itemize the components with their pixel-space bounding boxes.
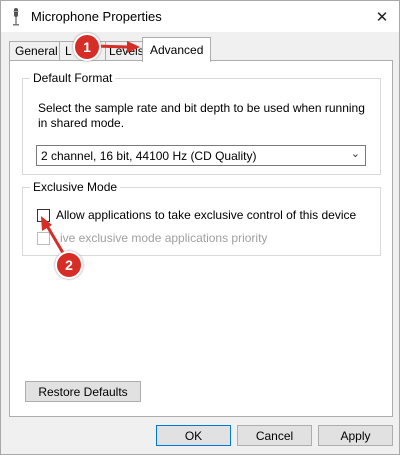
- exclusive-mode-title: Exclusive Mode: [30, 180, 121, 194]
- exclusive-priority-checkbox: [37, 231, 50, 245]
- step-badge-1: 1: [73, 33, 101, 61]
- close-icon: ✕: [375, 8, 389, 26]
- restore-defaults-button[interactable]: Restore Defaults: [25, 381, 141, 402]
- exclusive-mode-group: Exclusive Mode Allow applications to tak…: [22, 180, 381, 256]
- properties-window: Microphone Properties ✕ General L Levels…: [0, 0, 400, 455]
- tab-general[interactable]: General: [9, 41, 64, 61]
- exclusive-priority-label: ive exclusive mode applications priority: [60, 231, 268, 245]
- advanced-panel: Default Format Select the sample rate an…: [9, 60, 393, 417]
- tab-advanced[interactable]: Advanced: [142, 37, 212, 62]
- chevron-down-icon: ⌄: [350, 148, 360, 160]
- cancel-button[interactable]: Cancel: [237, 425, 312, 446]
- close-button[interactable]: ✕: [365, 1, 399, 32]
- allow-exclusive-row[interactable]: Allow applications to take exclusive con…: [37, 208, 356, 222]
- step-badge-2: 2: [55, 251, 83, 279]
- exclusive-priority-row: ive exclusive mode applications priority: [37, 231, 267, 245]
- default-format-group: Default Format Select the sample rate an…: [22, 71, 381, 175]
- window-title: Microphone Properties: [31, 9, 162, 24]
- title-bar: Microphone Properties ✕: [1, 1, 399, 32]
- sample-rate-value: 2 channel, 16 bit, 44100 Hz (CD Quality): [41, 149, 257, 163]
- apply-button[interactable]: Apply: [318, 425, 393, 446]
- microphone-icon: [13, 8, 19, 26]
- ok-button[interactable]: OK: [156, 425, 231, 446]
- sample-rate-dropdown[interactable]: 2 channel, 16 bit, 44100 Hz (CD Quality)…: [36, 145, 366, 166]
- default-format-description: Select the sample rate and bit depth to …: [38, 101, 365, 130]
- allow-exclusive-checkbox[interactable]: [37, 208, 50, 222]
- default-format-title: Default Format: [30, 71, 116, 85]
- allow-exclusive-label: Allow applications to take exclusive con…: [56, 208, 357, 222]
- tab-listen-label: L: [65, 44, 72, 58]
